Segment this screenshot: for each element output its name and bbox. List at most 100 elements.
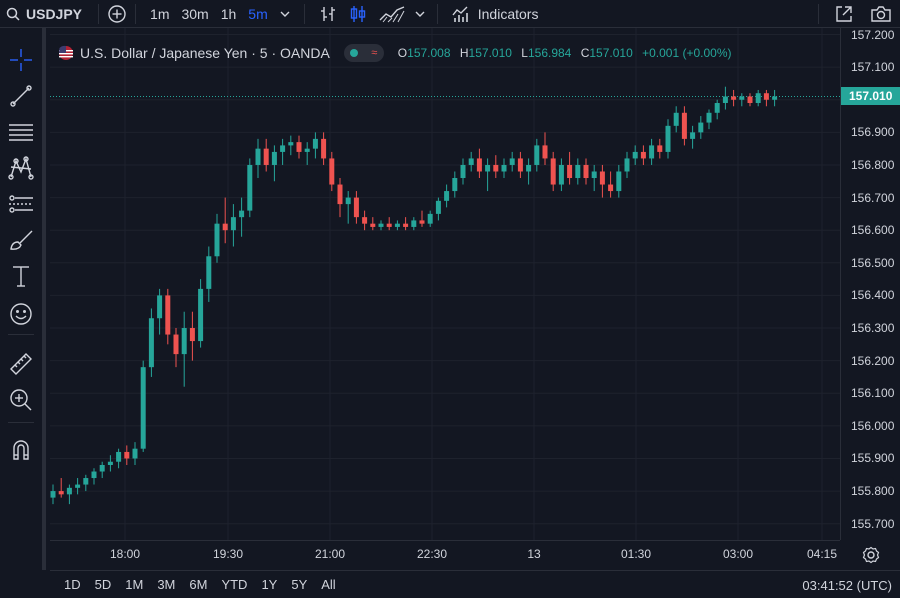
candle [411, 217, 417, 231]
candle-body [476, 158, 482, 172]
candle [107, 455, 113, 472]
time-tick-label: 01:30 [620, 547, 652, 561]
clock-timezone[interactable]: 03:41:52 (UTC) [802, 578, 892, 593]
candle-body [649, 145, 655, 159]
range-all[interactable]: All [321, 577, 335, 592]
crosshair-icon [10, 49, 32, 71]
candle [649, 138, 655, 165]
candle [476, 148, 482, 179]
candle [206, 246, 212, 302]
price-tick-label: 156.400 [851, 288, 895, 303]
timeframe-dropdown[interactable] [274, 0, 296, 28]
high-value: 157.010 [468, 46, 512, 60]
fib-tool[interactable] [7, 118, 35, 146]
range-5y[interactable]: 5Y [291, 577, 307, 592]
candle [140, 360, 146, 452]
candle-body [632, 151, 638, 159]
market-status[interactable]: ≈ [343, 44, 384, 62]
candle [378, 220, 384, 231]
candle-body [640, 151, 646, 159]
time-axis[interactable]: 18:00 19:30 21:00 22:30 13 01:30 03:00 04:15 [50, 540, 840, 570]
candle [321, 132, 327, 165]
candles-style-button[interactable] [343, 0, 373, 28]
candle [452, 171, 458, 198]
timeframe-1m[interactable]: 1m [144, 0, 175, 28]
candle [616, 164, 622, 198]
trend-line-icon [10, 85, 32, 107]
candle [353, 191, 359, 224]
toolbar-divider [818, 4, 819, 24]
smiley-icon [10, 303, 32, 325]
candle-body [394, 223, 400, 227]
range-1d[interactable]: 1D [64, 577, 81, 592]
crosshair-tool[interactable] [7, 46, 35, 74]
toolbar-divider [8, 422, 34, 423]
candle [599, 164, 605, 198]
text-tool[interactable] [7, 262, 35, 290]
forecast-tool[interactable] [7, 190, 35, 218]
magnet-tool[interactable] [7, 436, 35, 464]
candle-body [75, 484, 81, 488]
timeframe-5m[interactable]: 5m [242, 0, 273, 28]
candle [501, 158, 507, 179]
candle [460, 158, 466, 185]
range-ytd[interactable]: YTD [221, 577, 247, 592]
range-3m[interactable]: 3M [157, 577, 175, 592]
area-style-button[interactable] [373, 0, 411, 28]
candle [222, 197, 228, 244]
last-price-label: 157.010 [841, 87, 900, 106]
candle-body [665, 125, 671, 152]
pattern-tool[interactable] [7, 154, 35, 182]
candle-body [329, 158, 335, 185]
candle [665, 119, 671, 159]
area-chart-icon [379, 5, 405, 22]
candle-body [591, 171, 597, 179]
indicators-button[interactable]: Indicators [446, 0, 545, 28]
horizontal-lines-icon [9, 124, 33, 141]
compare-button[interactable] [107, 0, 127, 28]
candle-body [763, 93, 769, 100]
candle-body [657, 145, 663, 152]
candle [132, 442, 138, 465]
emoji-tool[interactable] [7, 300, 35, 328]
candle [419, 210, 425, 227]
settings-button[interactable] [862, 546, 880, 569]
timeframe-1h[interactable]: 1h [215, 0, 243, 28]
candle [58, 478, 64, 498]
trend-line-tool[interactable] [7, 82, 35, 110]
time-tick-label: 21:00 [314, 547, 346, 561]
chart-type-dropdown[interactable] [411, 0, 429, 28]
range-5d[interactable]: 5D [95, 577, 112, 592]
price-tick-label: 156.900 [851, 125, 895, 140]
range-6m[interactable]: 6M [189, 577, 207, 592]
snapshot-button[interactable] [870, 0, 892, 28]
timeframe-30m[interactable]: 30m [175, 0, 214, 28]
candle [706, 109, 712, 130]
candle [337, 178, 343, 218]
instrument-title[interactable]: U.S. Dollar / Japanese Yen · 5 · OANDA [80, 45, 330, 61]
magnet-icon [13, 440, 29, 460]
chart-pane[interactable] [50, 28, 840, 540]
candle-body [99, 464, 105, 472]
candle [362, 210, 368, 231]
price-axis[interactable]: 157.200157.100157.000156.900156.800156.7… [840, 28, 900, 540]
candle [116, 448, 122, 469]
candlestick-chart[interactable] [50, 28, 840, 540]
range-1y[interactable]: 1Y [261, 577, 277, 592]
bar-style-button[interactable] [313, 0, 343, 28]
symbol-search[interactable]: USDJPY [0, 0, 82, 28]
range-1m[interactable]: 1M [125, 577, 143, 592]
zoom-tool[interactable] [7, 386, 35, 414]
measure-tool[interactable] [7, 350, 35, 378]
candle-body [296, 142, 302, 152]
candle [304, 142, 310, 165]
toolbar-divider [98, 3, 100, 24]
candle-body [468, 158, 474, 165]
candle-body [148, 318, 154, 368]
candle [755, 89, 761, 107]
pattern-icon [8, 156, 34, 180]
candle-body [558, 164, 564, 185]
brush-tool[interactable] [7, 226, 35, 254]
candle [558, 158, 564, 192]
fullscreen-button[interactable] [834, 0, 854, 28]
